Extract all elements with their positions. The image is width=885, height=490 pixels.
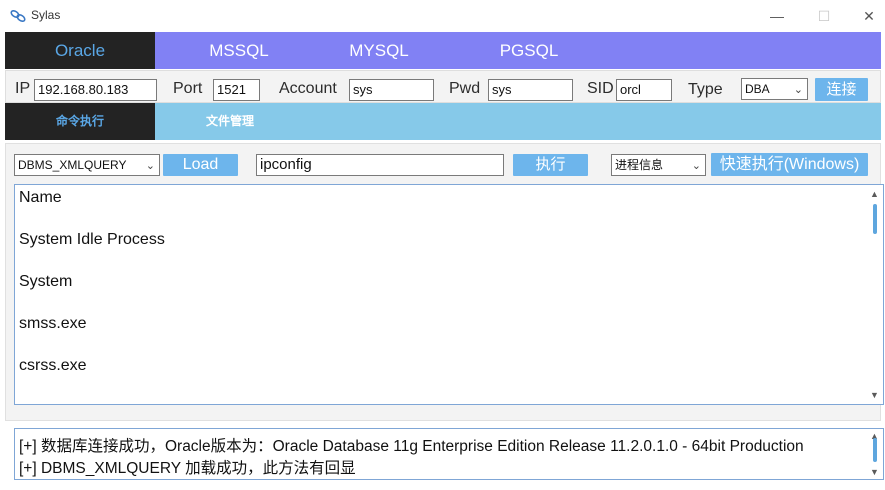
log-line: [+] 数据库连接成功，Oracle版本为：Oracle Database 11…: [19, 438, 804, 455]
account-label: Account: [279, 80, 337, 97]
output-line: System: [19, 273, 73, 290]
scroll-up-icon[interactable]: ▲: [870, 189, 879, 199]
status-log[interactable]: [+] 数据库连接成功，Oracle版本为：Oracle Database 11…: [14, 428, 884, 480]
log-scroll-thumb[interactable]: [873, 438, 877, 462]
tab-command-exec[interactable]: 命令执行: [5, 103, 155, 140]
scroll-down-icon[interactable]: ▼: [870, 467, 879, 477]
pwd-label: Pwd: [449, 80, 481, 97]
pwd-input[interactable]: sys: [488, 79, 573, 101]
output-line: smss.exe: [19, 315, 87, 332]
connect-button[interactable]: 连接: [815, 78, 868, 101]
maximize-button[interactable]: ☐: [808, 4, 840, 28]
port-input[interactable]: 1521: [213, 79, 260, 101]
chevron-down-icon: ⌄: [793, 84, 803, 96]
title-bar: Sylas — ☐ ✕: [0, 0, 885, 32]
scroll-down-icon[interactable]: ▼: [870, 390, 879, 400]
minimize-button[interactable]: —: [761, 4, 793, 28]
database-tab-bar: Oracle MSSQL MYSQL PGSQL: [5, 32, 881, 69]
close-button[interactable]: ✕: [853, 4, 885, 28]
function-tab-bar: 命令执行 文件管理: [5, 103, 881, 140]
type-select[interactable]: DBA ⌄: [741, 78, 808, 100]
command-input[interactable]: ipconfig: [256, 154, 504, 176]
account-input[interactable]: sys: [349, 79, 434, 101]
ip-label: IP: [15, 80, 31, 97]
port-label: Port: [173, 80, 203, 97]
execute-button[interactable]: 执行: [513, 154, 588, 176]
window-title: Sylas: [31, 8, 61, 22]
output-scroll-thumb[interactable]: [873, 204, 877, 234]
type-select-value: DBA: [745, 82, 770, 96]
output-line: csrss.exe: [19, 357, 87, 374]
connection-panel: IP 192.168.80.183 Port 1521 Account sys …: [5, 70, 881, 103]
tab-pgsql[interactable]: PGSQL: [475, 32, 583, 69]
tab-mssql[interactable]: MSSQL: [185, 32, 293, 69]
output-line: Name: [19, 189, 62, 206]
tab-oracle[interactable]: Oracle: [5, 32, 155, 69]
load-button[interactable]: Load: [163, 154, 238, 176]
type-label: Type: [688, 81, 723, 98]
output-scrollbar[interactable]: ▲ ▼: [869, 187, 881, 402]
sid-input[interactable]: orcl: [616, 79, 672, 101]
quick-execute-button[interactable]: 快速执行(Windows): [711, 153, 868, 176]
sid-label: SID: [587, 80, 614, 97]
chevron-down-icon: ⌄: [145, 160, 155, 172]
log-line: [+] DBMS_XMLQUERY 加载成功，此方法有回显: [19, 460, 356, 477]
chevron-down-icon: ⌄: [691, 160, 701, 172]
output-line: System Idle Process: [19, 231, 165, 248]
method-select-value: DBMS_XMLQUERY: [18, 158, 127, 172]
command-output[interactable]: Name System Idle Process System smss.exe…: [14, 184, 884, 405]
method-select[interactable]: DBMS_XMLQUERY ⌄: [14, 154, 160, 176]
link-icon: [10, 9, 26, 23]
tab-mysql[interactable]: MYSQL: [325, 32, 433, 69]
log-scrollbar[interactable]: ▲ ▼: [869, 431, 881, 477]
tab-file-manager[interactable]: 文件管理: [155, 103, 305, 140]
ip-input[interactable]: 192.168.80.183: [34, 79, 157, 101]
quick-command-select[interactable]: 进程信息 ⌄: [611, 154, 706, 176]
quick-command-select-value: 进程信息: [615, 158, 664, 172]
